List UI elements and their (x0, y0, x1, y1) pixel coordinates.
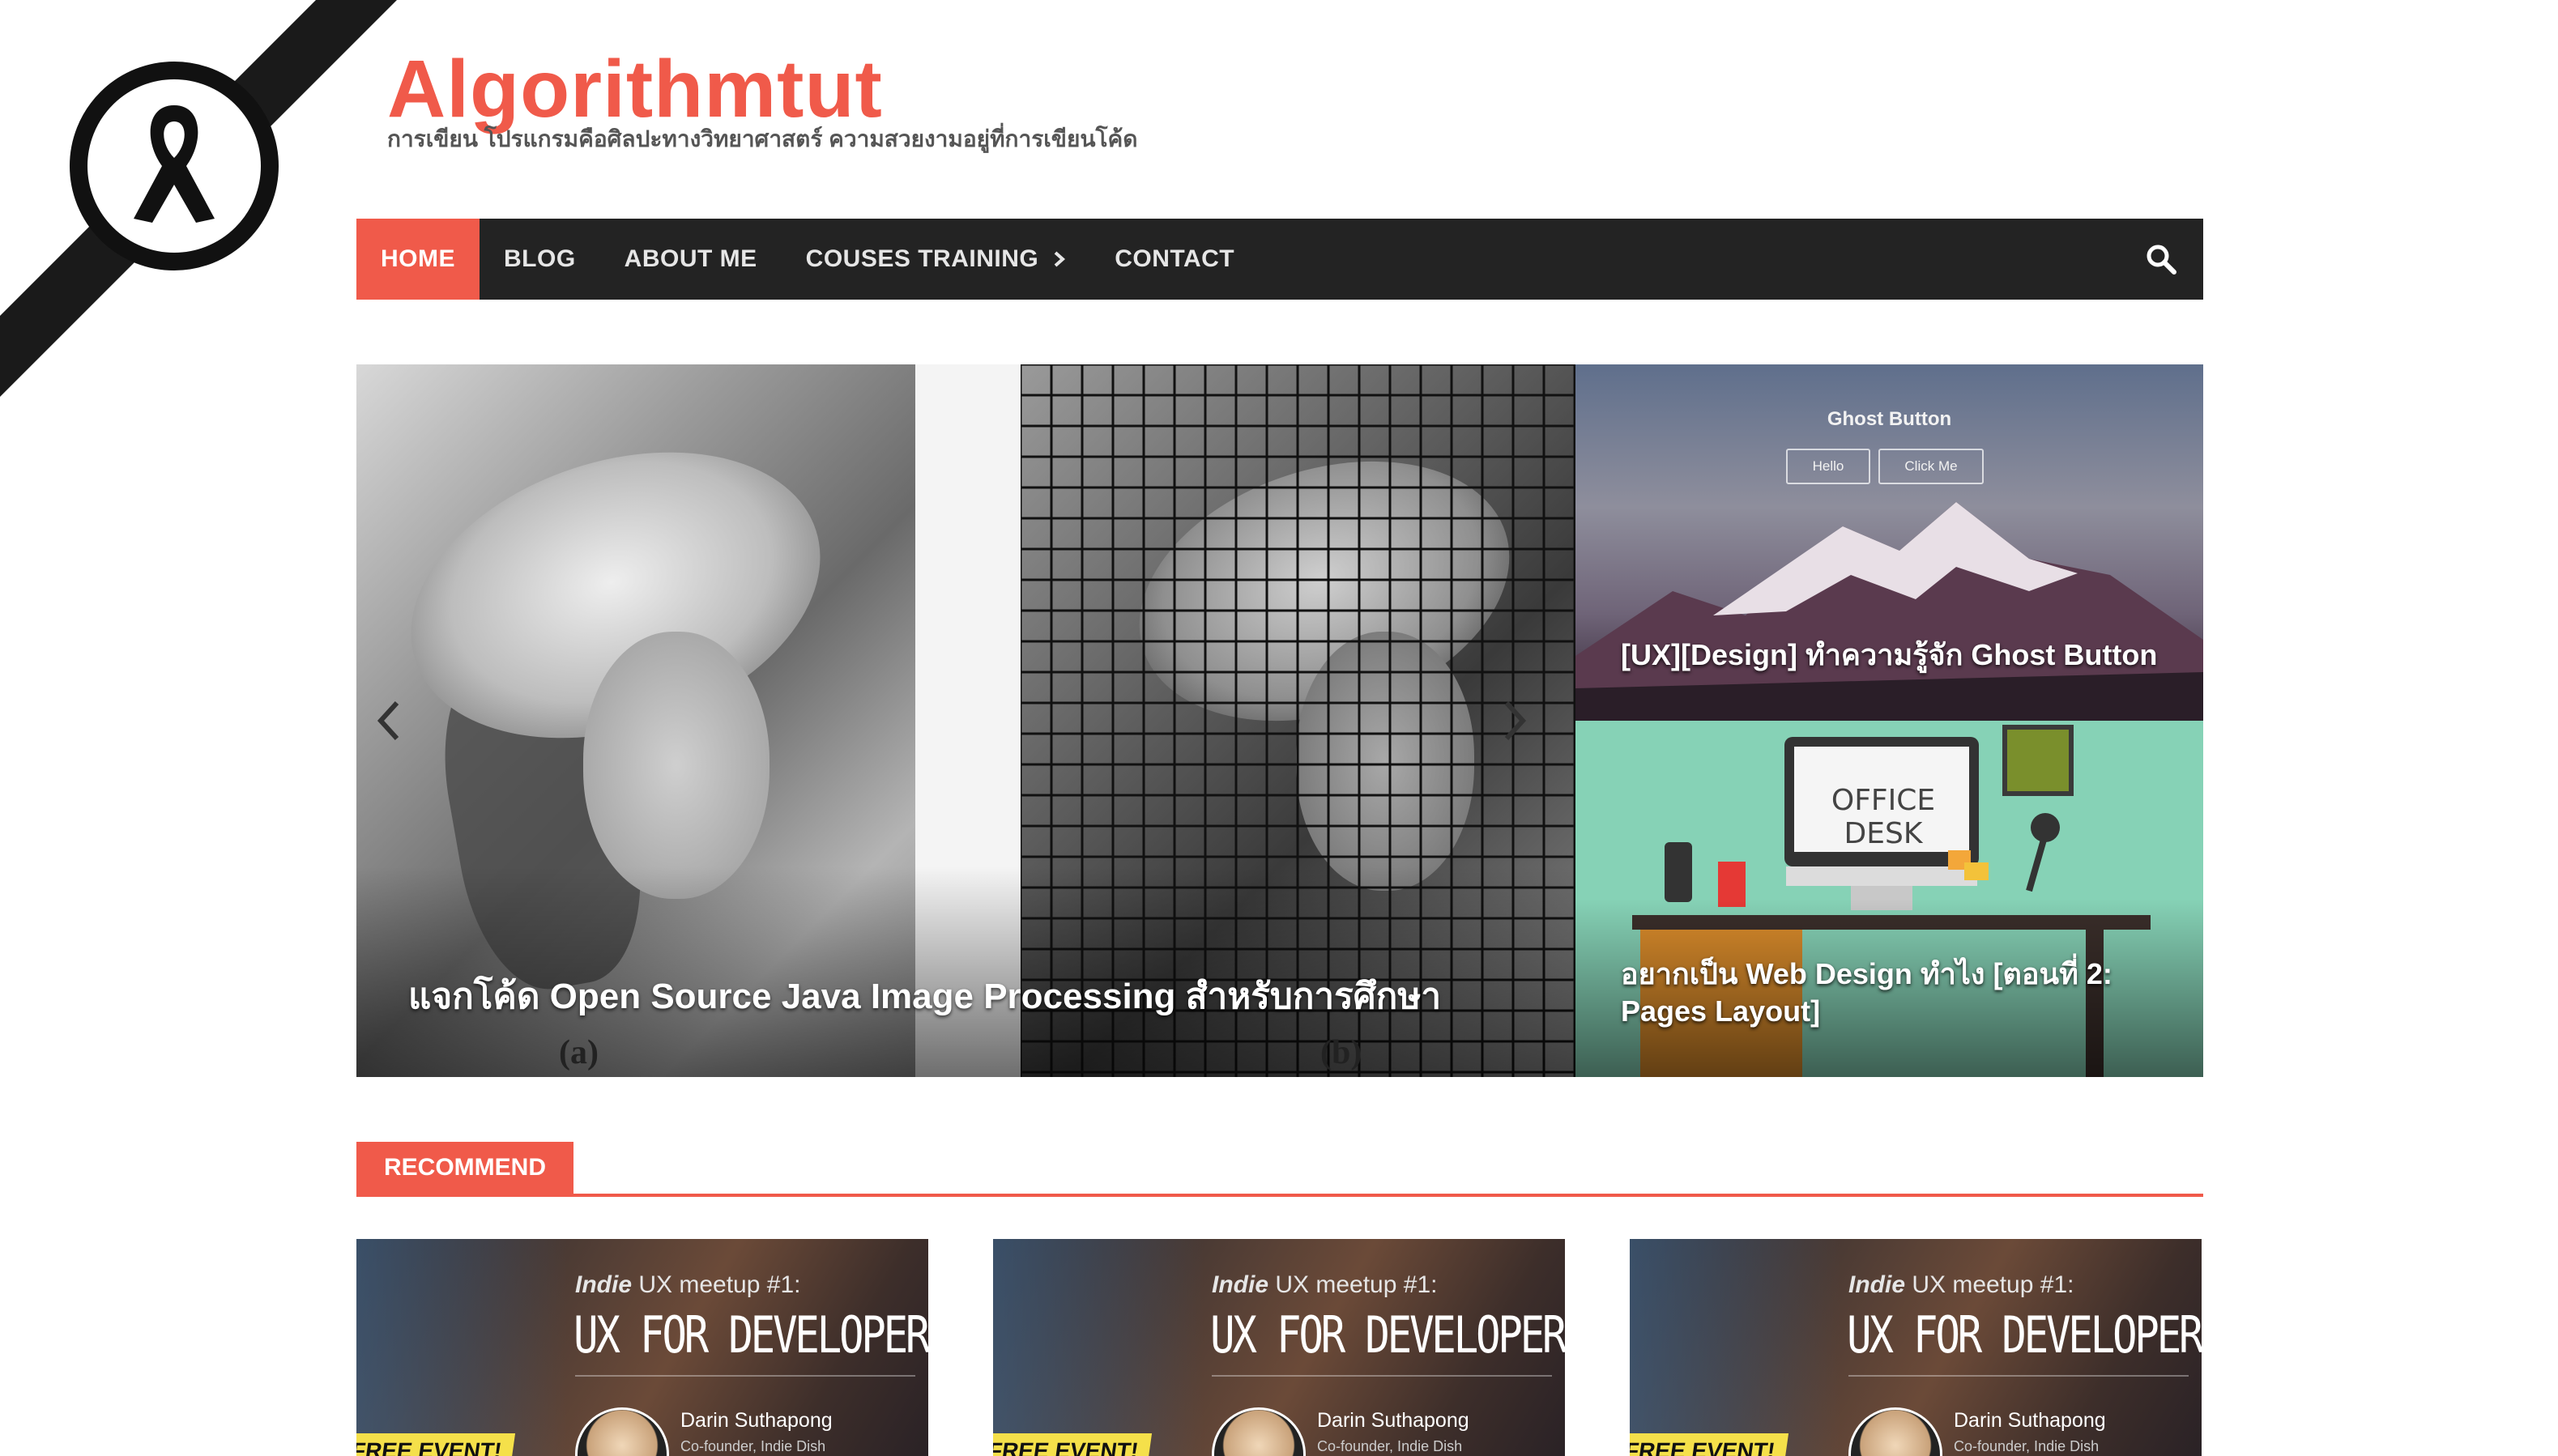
mountain-image (1575, 502, 2203, 721)
card-speaker-role: Co-founder, Indie Dish (680, 1438, 826, 1454)
card-speaker-name: Darin Suthapong (1954, 1409, 2106, 1432)
recommend-card[interactable]: Indie UX meetup #1: UX FOR DEVELOPERS Da… (1630, 1239, 2202, 1456)
card-badge: FREE EVENT! (1630, 1433, 1789, 1456)
card-subtitle-brand: Indie (575, 1271, 633, 1298)
recommend-card[interactable]: Indie UX meetup #1: UX FOR DEVELOPERS Da… (993, 1239, 1565, 1456)
slider-image-face (583, 632, 770, 899)
card-title: UX FOR DEVELOPERS (1847, 1305, 2202, 1364)
office-image-heading: OFFICE DESK (1831, 784, 1936, 850)
nav-item-label: BLOG (504, 245, 576, 272)
card-divider (1212, 1375, 1552, 1377)
card-speaker-name: Darin Suthapong (1317, 1409, 1469, 1432)
card-subtitle-rest: UX meetup #1: (1268, 1271, 1438, 1298)
nav-item-label: ABOUT ME (624, 245, 757, 272)
nav-item-home[interactable]: HOME (356, 219, 480, 300)
card-subtitle-brand: Indie (1212, 1271, 1269, 1298)
card-subtitle-brand: Indie (1848, 1271, 1906, 1298)
slider-sub-label-b: (b) (1320, 1034, 1362, 1071)
card-title: UX FOR DEVELOPERS (573, 1305, 928, 1364)
card-subtitle-rest: UX meetup #1: (632, 1271, 801, 1298)
card-badge: FREE EVENT! (356, 1433, 516, 1456)
nav-item-label: CONTACT (1115, 245, 1235, 272)
nav-item-contact[interactable]: CONTACT (1090, 219, 1259, 300)
mourning-ribbon-icon (0, 0, 397, 397)
card-title: UX FOR DEVELOPERS (1210, 1305, 1565, 1364)
nav-item-label: HOME (381, 245, 455, 272)
card-background-blur (356, 1239, 567, 1456)
chevron-left-icon[interactable] (373, 696, 405, 745)
card-background-blur (1630, 1239, 1840, 1456)
featured-post-web-design[interactable]: OFFICE DESK อยากเป็น Web Design ทำไง [ตอ… (1575, 721, 2203, 1077)
ghost-image-heading: Ghost Button (1827, 408, 1952, 430)
recommend-divider (356, 1194, 2203, 1197)
avatar (1848, 1407, 1942, 1456)
card-subtitle-rest: UX meetup #1: (1905, 1271, 2074, 1298)
slider-sub-label-a: (a) (559, 1034, 599, 1071)
chevron-right-icon (1054, 251, 1066, 267)
avatar (1212, 1407, 1306, 1456)
avatar (575, 1407, 669, 1456)
chevron-right-icon[interactable] (1499, 696, 1531, 745)
featured-post-caption[interactable]: อยากเป็น Web Design ทำไง [ตอนที่ 2: Page… (1621, 956, 2172, 1030)
card-subtitle: Indie UX meetup #1: (1212, 1271, 1437, 1299)
card-subtitle: Indie UX meetup #1: (575, 1271, 800, 1299)
card-speaker-role: Co-founder, Indie Dish (1954, 1438, 2100, 1454)
nav-item-couses-training[interactable]: COUSES TRAINING (782, 219, 1091, 300)
nav-item-label: COUSES TRAINING (805, 245, 1039, 272)
ghost-image-button-hello: Hello (1786, 449, 1870, 484)
main-navigation: HOME BLOG ABOUT ME COUSES TRAINING CONTA… (356, 219, 2203, 300)
featured-post-caption[interactable]: [UX][Design] ทำความรู้จัก Ghost Button (1621, 632, 2157, 678)
nav-item-about-me[interactable]: ABOUT ME (600, 219, 782, 300)
site-tagline: การเขียน โปรแกรมคือศิลปะทางวิทยาศาสตร์ ค… (387, 126, 1138, 151)
card-badge: FREE EVENT! (993, 1433, 1153, 1456)
card-speaker-role: Co-founder, Indie Dish (1317, 1438, 1463, 1454)
search-icon[interactable] (2143, 241, 2179, 277)
recommend-heading: RECOMMEND (356, 1142, 573, 1194)
ghost-image-button-click-me: Click Me (1878, 449, 1984, 484)
featured-post-ghost-button[interactable]: Ghost Button Hello Click Me [UX][Design]… (1575, 364, 2203, 721)
nav-item-blog[interactable]: BLOG (480, 219, 600, 300)
card-divider (1848, 1375, 2189, 1377)
card-subtitle: Indie UX meetup #1: (1848, 1271, 2074, 1299)
slider-caption[interactable]: แจกโค้ด Open Source Java Image Processin… (408, 968, 1441, 1024)
card-speaker-name: Darin Suthapong (680, 1409, 833, 1432)
recommend-card[interactable]: Indie UX meetup #1: UX FOR DEVELOPERS Da… (356, 1239, 928, 1456)
card-background-blur (993, 1239, 1204, 1456)
featured-slider[interactable]: (a) (b) แจกโค้ด Open Source Java Image P… (356, 364, 1575, 1077)
card-divider (575, 1375, 915, 1377)
